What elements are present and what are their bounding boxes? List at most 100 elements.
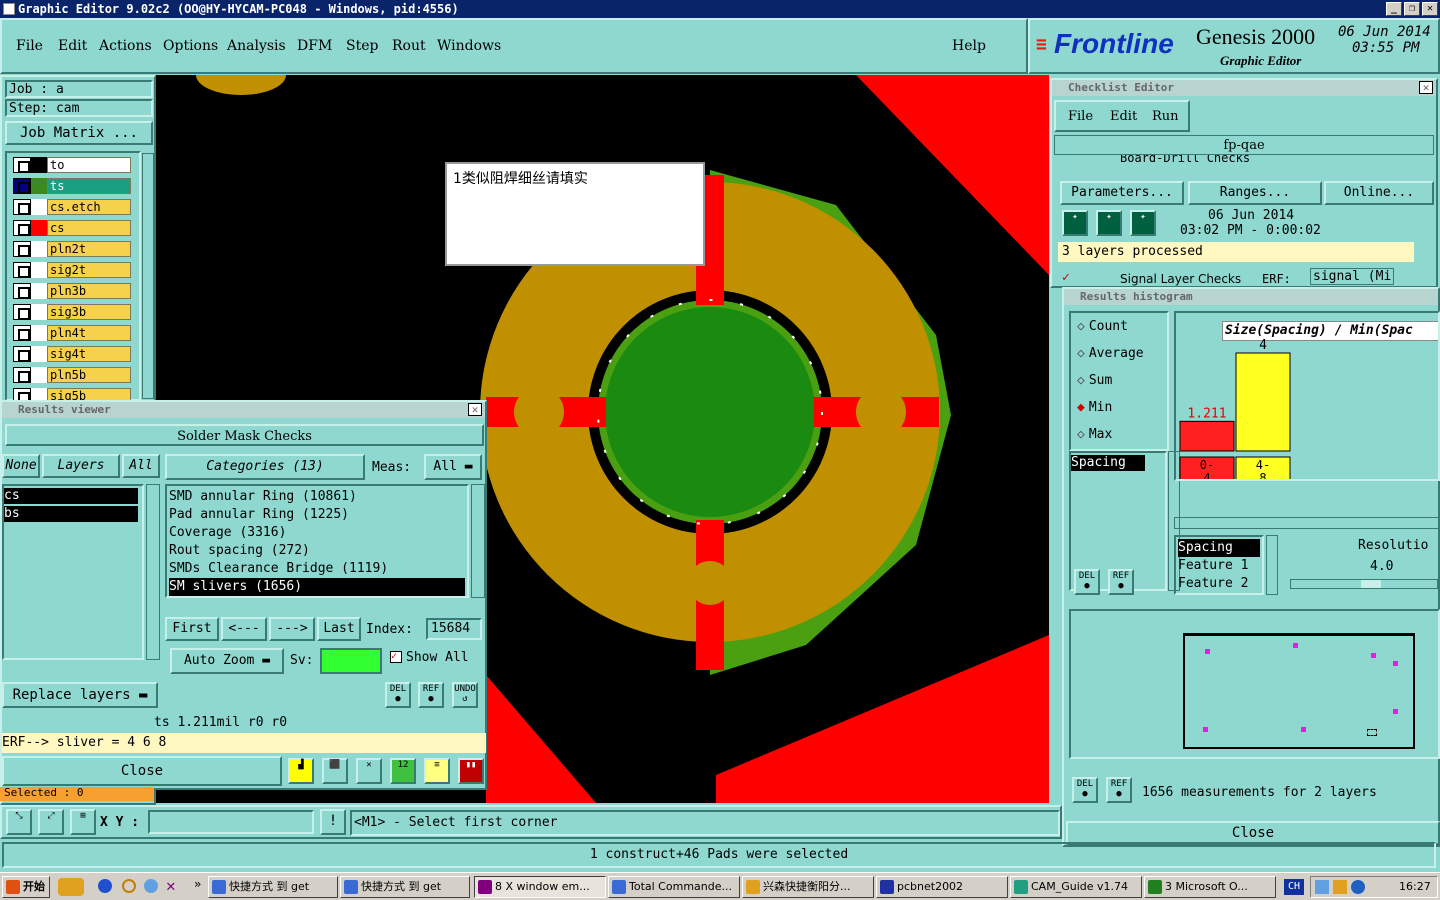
tool-icon-4[interactable]: 12 (390, 758, 416, 784)
layer-checkbox[interactable] (13, 304, 31, 320)
menu-windows[interactable]: Windows (437, 38, 501, 54)
minimize-button[interactable]: _ (1386, 2, 1402, 16)
xy-input[interactable] (148, 810, 314, 834)
show-all-checkbox[interactable]: ✓ (390, 651, 402, 663)
category-scrollbar[interactable] (471, 484, 485, 598)
layer-checkbox[interactable] (13, 220, 31, 236)
menu-options[interactable]: Options (163, 38, 218, 54)
checklist-menu-file[interactable]: File (1068, 109, 1093, 124)
layer-checkbox[interactable] (13, 283, 31, 299)
radio-max[interactable]: Max (1077, 427, 1112, 442)
layers-button[interactable]: Layers (42, 454, 120, 478)
del-button[interactable]: DEL ● (385, 682, 411, 708)
layer-list-scrollbar[interactable] (142, 153, 154, 399)
histogram-scrollbar[interactable] (1174, 517, 1440, 529)
note-box[interactable]: 1类似阻焊细丝请填实 (445, 162, 705, 266)
task-item[interactable]: 快捷方式 到 get (208, 876, 338, 898)
tool-icon-1[interactable]: ▟ (288, 758, 314, 784)
language-indicator[interactable]: CH (1284, 879, 1304, 895)
checklist-close-icon[interactable]: ✕ (1419, 81, 1433, 94)
ie-icon[interactable] (98, 879, 112, 893)
list-item[interactable]: cs (4, 488, 138, 504)
menu-edit[interactable]: Edit (58, 38, 87, 54)
alert-icon[interactable]: ! (320, 809, 346, 835)
zoom-icon-1[interactable]: ⤡ (6, 809, 32, 835)
result-layer-scrollbar[interactable] (146, 484, 160, 660)
categories-button[interactable]: Categories (13) (165, 454, 365, 480)
layer-row[interactable]: sig4t (13, 346, 131, 362)
quicklaunch-icon[interactable] (58, 878, 84, 896)
layer-checkbox[interactable] (13, 262, 31, 278)
layer-checkbox[interactable] (13, 157, 31, 173)
layer-row[interactable]: cs.etch (13, 199, 131, 215)
all-layers-button[interactable]: All (122, 454, 160, 478)
checklist-menu-run[interactable]: Run (1152, 109, 1179, 124)
tool-icon-5[interactable]: ≡ (424, 758, 450, 784)
list-item[interactable]: SMD annular Ring (10861) (169, 488, 465, 506)
menu-analysis[interactable]: Analysis (227, 38, 286, 54)
none-button[interactable]: None (2, 454, 40, 478)
board-drill-check[interactable]: Board-Drill Checks (1060, 155, 1430, 165)
feature-list[interactable]: Spacing Feature 1 Feature 2 (1174, 535, 1264, 595)
menu-step[interactable]: Step (346, 38, 378, 54)
run-icon-2[interactable]: ✦ (1096, 210, 1122, 236)
restore-button[interactable]: ❐ (1404, 2, 1420, 16)
undo-button[interactable]: UNDO ↺ (452, 682, 478, 708)
results-close-button[interactable]: Close (2, 756, 282, 786)
radio-average[interactable]: Average (1077, 346, 1144, 361)
signal-check[interactable]: Signal Layer Checks (1120, 272, 1241, 286)
tray-icon[interactable] (1333, 880, 1347, 894)
resolution-slider[interactable] (1290, 579, 1438, 589)
menu-rout[interactable]: Rout (392, 38, 426, 54)
menu-file[interactable]: File (16, 38, 43, 54)
layer-row[interactable]: pln2t (13, 241, 131, 257)
histogram-icon[interactable]: ▮▮ (458, 758, 484, 784)
menu-help[interactable]: Help (952, 38, 986, 54)
task-item[interactable]: CAM_Guide v1.74 (1010, 876, 1142, 898)
hist-del-button[interactable]: DEL ● (1074, 569, 1100, 595)
more-icon[interactable]: » (194, 877, 201, 891)
replace-layers-select[interactable]: Replace layers ▬ (2, 682, 158, 708)
layer-checkbox[interactable] (13, 367, 31, 383)
feature-list-scrollbar[interactable] (1266, 535, 1278, 595)
layer-checkbox[interactable] (13, 325, 31, 341)
layer-row[interactable]: to (13, 157, 131, 173)
task-item[interactable]: pcbnet2002 (876, 876, 1008, 898)
run-icon-3[interactable]: ✦ (1130, 210, 1156, 236)
radio-min[interactable]: Min (1077, 400, 1112, 415)
task-item[interactable]: 3 Microsoft O... (1144, 876, 1276, 898)
checklist-menu-edit[interactable]: Edit (1110, 109, 1137, 124)
clock-icon[interactable] (122, 879, 136, 893)
task-item[interactable]: Total Commande... (608, 876, 740, 898)
layer-row[interactable]: sig2t (13, 262, 131, 278)
close-button[interactable]: ✕ (1422, 2, 1438, 16)
layer-checkbox[interactable] (13, 346, 31, 362)
list-item[interactable]: Pad annular Ring (1225) (169, 506, 465, 524)
layer-row[interactable]: ts (13, 178, 131, 194)
first-button[interactable]: First (165, 617, 219, 641)
list-item[interactable]: Rout spacing (272) (169, 542, 465, 560)
parameters-button[interactable]: Parameters... (1060, 181, 1184, 205)
list-item[interactable]: Spacing (1071, 455, 1145, 471)
job-matrix-button[interactable]: Job Matrix ... (5, 121, 153, 145)
meas-select[interactable]: All ▬ (424, 454, 482, 480)
browser-icon[interactable] (144, 879, 158, 893)
ref-button[interactable]: REF ● (418, 682, 444, 708)
tray-icon[interactable] (1315, 880, 1329, 894)
list-item[interactable]: Feature 2 (1178, 575, 1260, 593)
hist-ref-button[interactable]: REF ● (1108, 569, 1134, 595)
tool-icon-3[interactable]: ✕ (356, 758, 382, 784)
online-button[interactable]: Online... (1324, 181, 1434, 205)
list-item[interactable]: SMDs Clearance Bridge (1119) (169, 560, 465, 578)
next-button[interactable]: ---> (269, 617, 315, 641)
menu-dfm[interactable]: DFM (297, 38, 332, 54)
category-list[interactable]: SMD annular Ring (10861) Pad annular Rin… (165, 484, 469, 598)
last-button[interactable]: Last (317, 617, 361, 641)
erf-value[interactable]: signal (Mi (1310, 268, 1395, 285)
list-item[interactable]: Feature 1 (1178, 557, 1260, 575)
preview-ref-button[interactable]: REF ● (1106, 777, 1132, 803)
x-icon[interactable]: ✕ (166, 876, 176, 895)
preview-del-button[interactable]: DEL ● (1072, 777, 1098, 803)
list-item[interactable]: Spacing (1178, 539, 1260, 557)
tray-icon[interactable] (1351, 880, 1365, 894)
